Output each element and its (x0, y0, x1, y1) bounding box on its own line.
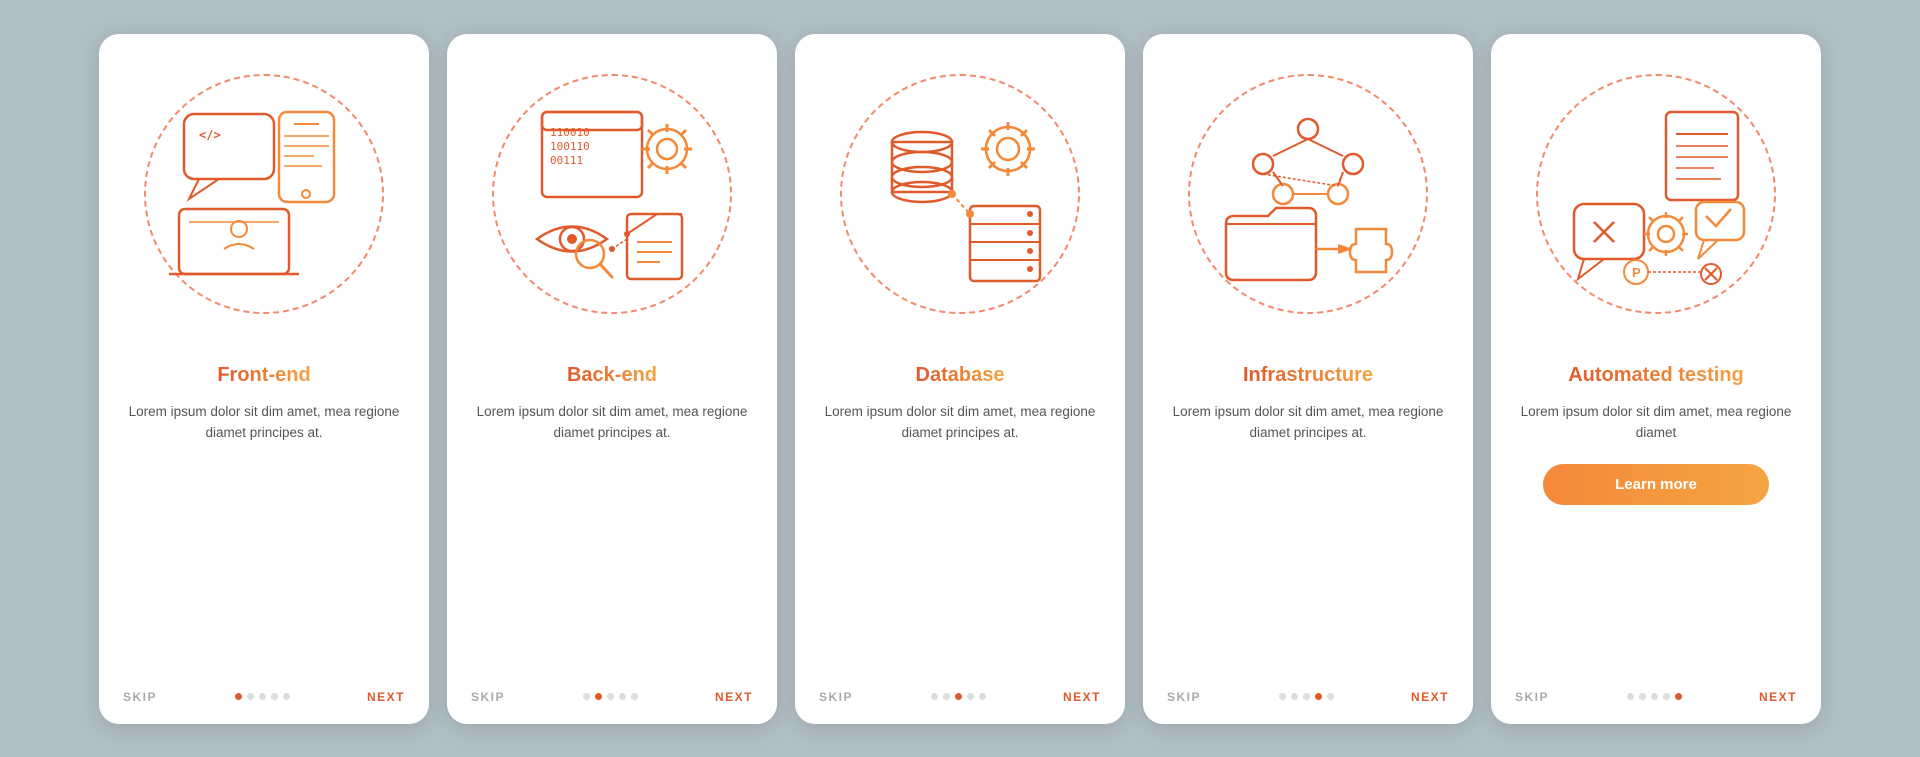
dot-4 (631, 693, 638, 700)
dot-1 (1291, 693, 1298, 700)
automated-testing-icon-area: P (1556, 94, 1756, 294)
backend-content: Back-end Lorem ipsum dolor sit dim amet,… (447, 354, 777, 680)
dot-0 (583, 693, 590, 700)
database-icon-area (860, 94, 1060, 294)
dot-3 (271, 693, 278, 700)
database-title: Database (916, 364, 1005, 387)
automated-testing-content: Automated testing Lorem ipsum dolor sit … (1491, 354, 1821, 680)
card-automated-testing: P Automated testing Lorem ipsum dolor si… (1491, 34, 1821, 724)
card-database: Database Lorem ipsum dolor sit dim amet,… (795, 34, 1125, 724)
database-dots (931, 693, 986, 700)
dot-3 (1663, 693, 1670, 700)
dot-4 (283, 693, 290, 700)
dot-3 (967, 693, 974, 700)
infrastructure-icon-area (1208, 94, 1408, 294)
automated-testing-illustration: P (1491, 34, 1821, 354)
database-illustration (795, 34, 1125, 354)
card-infrastructure: Infrastructure Lorem ipsum dolor sit dim… (1143, 34, 1473, 724)
svg-text:P: P (1632, 265, 1641, 280)
automated-testing-skip-btn[interactable]: SKIP (1515, 690, 1549, 704)
dot-2 (1303, 693, 1310, 700)
infrastructure-skip-btn[interactable]: SKIP (1167, 690, 1201, 704)
frontend-icon-area: </> (164, 94, 364, 294)
dot-0 (1627, 693, 1634, 700)
frontend-skip-btn[interactable]: SKIP (123, 690, 157, 704)
dot-4 (1327, 693, 1334, 700)
database-skip-btn[interactable]: SKIP (819, 690, 853, 704)
backend-icon: 110010 100110 00111 (512, 94, 712, 294)
infrastructure-body: Lorem ipsum dolor sit dim amet, mea regi… (1167, 401, 1449, 444)
dot-2 (1651, 693, 1658, 700)
dot-3 (619, 693, 626, 700)
cards-container: </> (59, 4, 1861, 754)
dot-4 (1675, 693, 1682, 700)
card-backend: 110010 100110 00111 (447, 34, 777, 724)
infrastructure-dots (1279, 693, 1334, 700)
infrastructure-footer: SKIP NEXT (1143, 680, 1473, 704)
svg-text:110010: 110010 (550, 126, 590, 139)
backend-dots (583, 693, 638, 700)
automated-testing-dots (1627, 693, 1682, 700)
infrastructure-next-btn[interactable]: NEXT (1411, 690, 1449, 704)
frontend-illustration: </> (99, 34, 429, 354)
infrastructure-icon (1208, 94, 1408, 294)
svg-text:00111: 00111 (550, 154, 583, 167)
automated-testing-footer: SKIP NEXT (1491, 680, 1821, 704)
backend-body: Lorem ipsum dolor sit dim amet, mea regi… (471, 401, 753, 444)
database-footer: SKIP NEXT (795, 680, 1125, 704)
backend-next-btn[interactable]: NEXT (715, 690, 753, 704)
backend-title: Back-end (567, 364, 657, 387)
automated-testing-next-btn[interactable]: NEXT (1759, 690, 1797, 704)
dot-1 (247, 693, 254, 700)
database-content: Database Lorem ipsum dolor sit dim amet,… (795, 354, 1125, 680)
backend-footer: SKIP NEXT (447, 680, 777, 704)
frontend-next-btn[interactable]: NEXT (367, 690, 405, 704)
automated-testing-title: Automated testing (1568, 364, 1744, 387)
frontend-footer: SKIP NEXT (99, 680, 429, 704)
automated-testing-icon: P (1556, 94, 1756, 294)
infrastructure-content: Infrastructure Lorem ipsum dolor sit dim… (1143, 354, 1473, 680)
frontend-body: Lorem ipsum dolor sit dim amet, mea regi… (123, 401, 405, 444)
frontend-dots (235, 693, 290, 700)
card-frontend: </> (99, 34, 429, 724)
backend-icon-area: 110010 100110 00111 (512, 94, 712, 294)
dot-0 (1279, 693, 1286, 700)
svg-text:100110: 100110 (550, 140, 590, 153)
database-next-btn[interactable]: NEXT (1063, 690, 1101, 704)
dot-1 (595, 693, 602, 700)
dot-1 (1639, 693, 1646, 700)
dot-3 (1315, 693, 1322, 700)
backend-illustration: 110010 100110 00111 (447, 34, 777, 354)
dot-0 (931, 693, 938, 700)
dot-0 (235, 693, 242, 700)
dot-2 (259, 693, 266, 700)
frontend-title: Front-end (217, 364, 310, 387)
frontend-content: Front-end Lorem ipsum dolor sit dim amet… (99, 354, 429, 680)
frontend-icon: </> (164, 94, 364, 294)
svg-text:</>: </> (199, 128, 221, 142)
dot-2 (955, 693, 962, 700)
automated-testing-body: Lorem ipsum dolor sit dim amet, mea regi… (1515, 401, 1797, 444)
database-body: Lorem ipsum dolor sit dim amet, mea regi… (819, 401, 1101, 444)
dot-1 (943, 693, 950, 700)
backend-skip-btn[interactable]: SKIP (471, 690, 505, 704)
dot-2 (607, 693, 614, 700)
database-icon (860, 94, 1060, 294)
learn-more-button[interactable]: Learn more (1543, 464, 1769, 505)
infrastructure-title: Infrastructure (1243, 364, 1373, 387)
infrastructure-illustration (1143, 34, 1473, 354)
dot-4 (979, 693, 986, 700)
